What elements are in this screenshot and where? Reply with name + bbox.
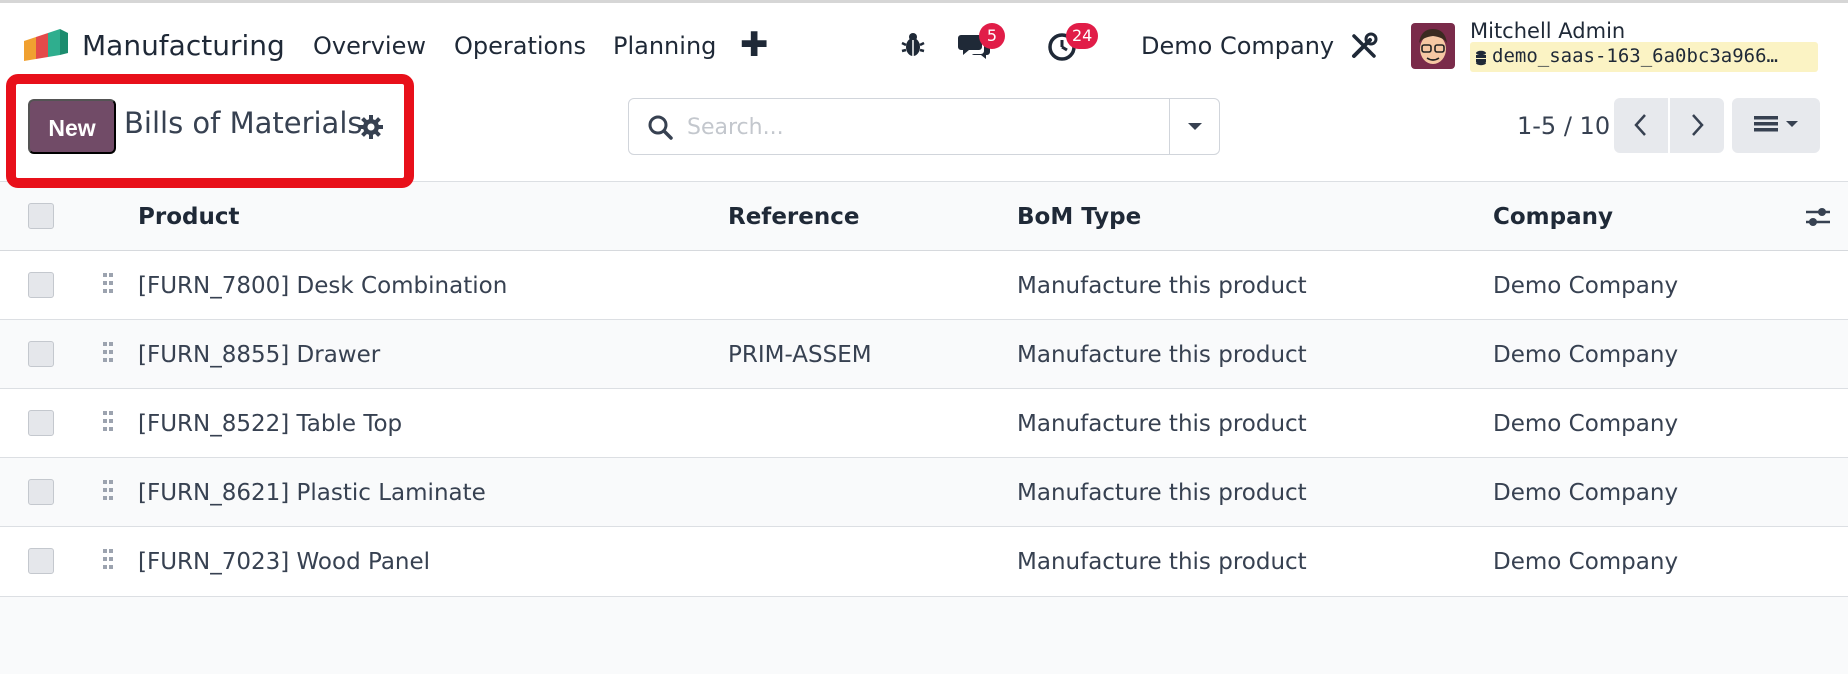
cell-product: [FURN_8855] Drawer <box>138 342 381 368</box>
cell-bom-type: Manufacture this product <box>1017 480 1307 506</box>
app-name: Manufacturing <box>82 29 285 62</box>
drag-handle-icon[interactable] <box>101 478 115 504</box>
tools-icon[interactable] <box>1350 32 1378 60</box>
table-header: Product Reference BoM Type Company <box>0 182 1848 251</box>
cell-company: Demo Company <box>1493 273 1679 299</box>
cell-company: Demo Company <box>1493 411 1679 437</box>
add-menu-icon[interactable]: ✚ <box>740 25 769 65</box>
cell-bom-type: Manufacture this product <box>1017 273 1307 299</box>
row-checkbox[interactable] <box>28 272 54 298</box>
cell-company: Demo Company <box>1493 342 1679 368</box>
database-icon <box>1476 50 1486 66</box>
table-row[interactable]: [FURN_7800] Desk Combination Manufacture… <box>0 251 1848 320</box>
gear-icon[interactable] <box>358 114 384 140</box>
company-switcher[interactable]: Demo Company <box>1141 32 1334 60</box>
row-checkbox[interactable] <box>28 479 54 505</box>
page-title: Bills of Materials <box>124 106 363 140</box>
table-row[interactable]: [FURN_8855] Drawer PRIM-ASSEM Manufactur… <box>0 320 1848 389</box>
menu-planning[interactable]: Planning <box>613 32 716 60</box>
column-header-reference[interactable]: Reference <box>728 204 859 230</box>
bug-icon[interactable] <box>900 31 926 59</box>
row-checkbox[interactable] <box>28 548 54 574</box>
view-switcher-button[interactable] <box>1732 98 1820 153</box>
manufacturing-logo-icon <box>24 29 68 61</box>
search-bar <box>628 98 1220 155</box>
pager-value[interactable]: 1-5 / 10 <box>1517 112 1610 140</box>
column-header-product[interactable]: Product <box>138 204 239 230</box>
cell-product: [FURN_8522] Table Top <box>138 411 403 437</box>
user-name[interactable]: Mitchell Admin <box>1470 19 1625 43</box>
cell-product: [FURN_7800] Desk Combination <box>138 273 508 299</box>
search-icon <box>648 115 673 140</box>
column-header-company[interactable]: Company <box>1493 204 1613 230</box>
menu-overview[interactable]: Overview <box>313 32 426 60</box>
menu-operations[interactable]: Operations <box>454 32 586 60</box>
database-badge: demo_saas-163_6a0bc3a966… <box>1470 42 1818 72</box>
cell-product: [FURN_7023] Wood Panel <box>138 549 431 575</box>
pager-previous-button[interactable] <box>1614 98 1668 153</box>
drag-handle-icon[interactable] <box>101 340 115 366</box>
cell-bom-type: Manufacture this product <box>1017 411 1307 437</box>
avatar[interactable] <box>1411 23 1455 69</box>
messages-badge: 5 <box>979 23 1005 49</box>
search-options-toggle[interactable] <box>1169 99 1219 154</box>
cell-bom-type: Manufacture this product <box>1017 549 1307 575</box>
cell-company: Demo Company <box>1493 480 1679 506</box>
select-all-checkbox[interactable] <box>28 203 54 229</box>
table-row[interactable]: [FURN_8621] Plastic Laminate Manufacture… <box>0 458 1848 527</box>
caret-down-icon <box>1188 123 1202 130</box>
cell-bom-type: Manufacture this product <box>1017 342 1307 368</box>
cell-reference: PRIM-ASSEM <box>728 342 872 368</box>
chevron-right-icon <box>1692 114 1704 136</box>
activities-badge: 24 <box>1066 23 1099 49</box>
table-row[interactable]: [FURN_8522] Table Top Manufacture this p… <box>0 389 1848 458</box>
drag-handle-icon[interactable] <box>101 547 115 573</box>
drag-handle-icon[interactable] <box>101 409 115 435</box>
cell-product: [FURN_8621] Plastic Laminate <box>138 480 486 506</box>
row-checkbox[interactable] <box>28 341 54 367</box>
chevron-left-icon <box>1634 114 1646 136</box>
row-checkbox[interactable] <box>28 410 54 436</box>
new-button[interactable]: New <box>28 99 116 154</box>
list-view-icon <box>1754 116 1798 132</box>
table-row[interactable]: [FURN_7023] Wood Panel Manufacture this … <box>0 527 1848 597</box>
app-brand[interactable]: Manufacturing <box>22 27 285 63</box>
database-name: demo_saas-163_6a0bc3a966… <box>1492 45 1778 67</box>
drag-handle-icon[interactable] <box>101 271 115 297</box>
pager-next-button[interactable] <box>1670 98 1724 153</box>
column-header-bom-type[interactable]: BoM Type <box>1017 204 1141 230</box>
cell-company: Demo Company <box>1493 549 1679 575</box>
optional-columns-icon[interactable] <box>1804 204 1832 230</box>
search-input[interactable] <box>687 109 1087 145</box>
